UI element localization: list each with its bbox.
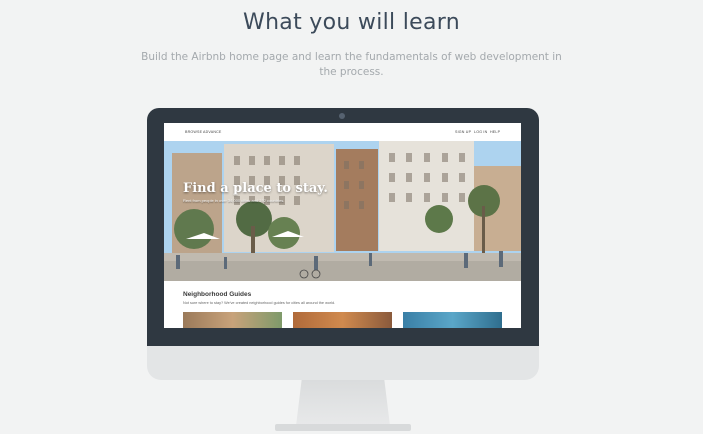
neighborhood-guides-description: Not sure where to stay? We've created ne… [183,301,336,305]
monitor-screen: BROWSE ADVANCE SIGN UP LOG IN HELP Find … [164,123,521,328]
hero-subtitle: Rent from people in over 34,000 cities a… [183,198,285,203]
neighborhood-guides-title: Neighborhood Guides [183,291,252,298]
section-subtitle: Build the Airbnb home page and learn the… [141,51,562,78]
section-title: What you will learn [243,10,460,35]
hero-image: Find a place to stay. Rent from people i… [164,141,521,281]
nav-login-link[interactable]: LOG IN [474,130,487,134]
screen-navbar: BROWSE ADVANCE SIGN UP LOG IN HELP [164,123,521,141]
nav-advance-link[interactable]: ADVANCE [203,130,222,134]
monitor-chin [147,346,539,380]
guide-thumbnail[interactable] [293,312,392,328]
camera-dot [339,113,345,119]
guide-thumbnail[interactable] [403,312,502,328]
nav-signup-link[interactable]: SIGN UP [455,130,471,134]
nav-browse-link[interactable]: BROWSE [185,130,202,134]
monitor-stand [296,380,390,426]
hero-headline: Find a place to stay. [183,181,328,196]
nav-help-link[interactable]: HELP [490,130,500,134]
hero-photo-illustration [164,141,521,281]
guide-thumbnail[interactable] [183,312,282,328]
monitor-base [275,424,411,431]
